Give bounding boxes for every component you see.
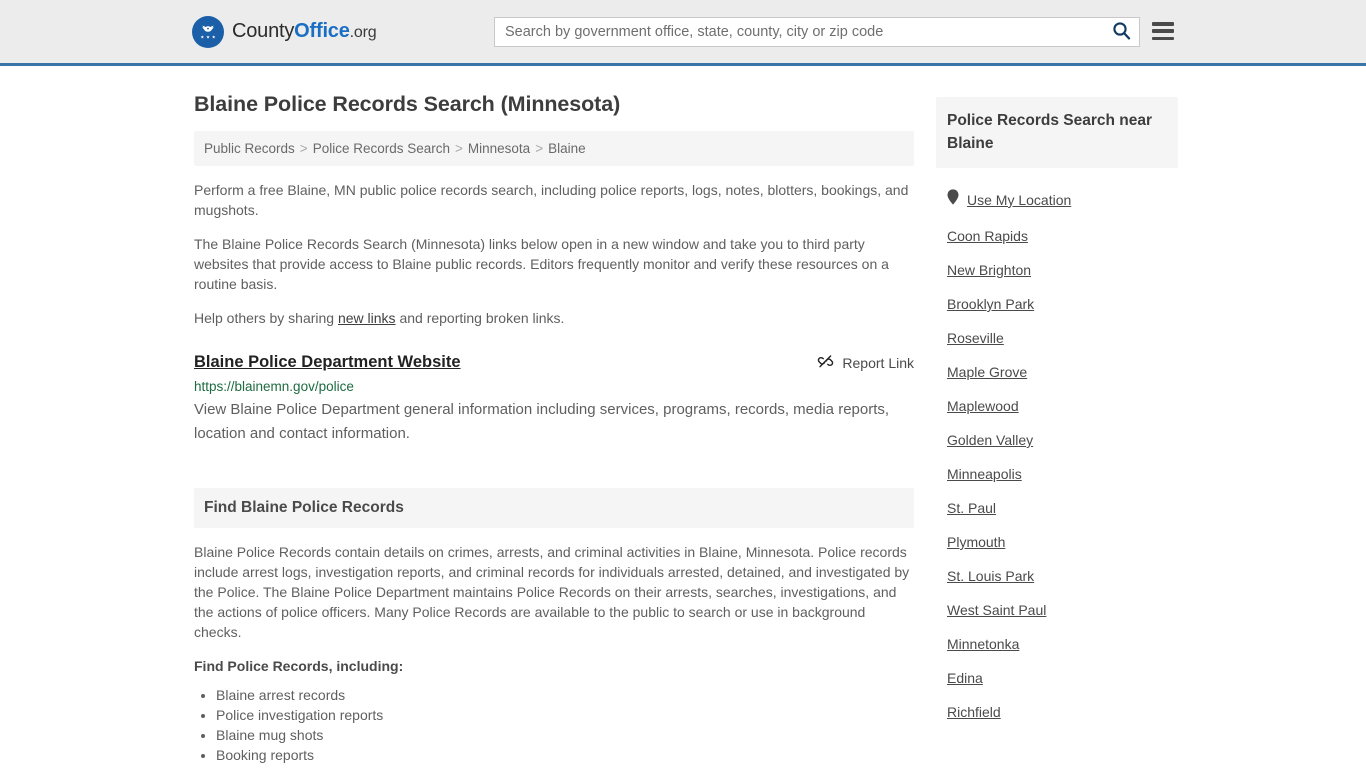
sidebar-item-plymouth[interactable]: Plymouth	[936, 525, 1178, 559]
breadcrumb-item-police-records-search[interactable]: Police Records Search	[313, 141, 450, 156]
intro-paragraph-3: Help others by sharing new links and rep…	[194, 308, 914, 328]
intro-section: Perform a free Blaine, MN public police …	[194, 180, 914, 328]
main-column: Blaine Police Records Search (Minnesota)…	[194, 66, 914, 768]
logo-text-county: County	[232, 20, 295, 42]
find-records-panel-header: Find Blaine Police Records	[194, 488, 914, 528]
breadcrumb-item-public-records[interactable]: Public Records	[204, 141, 295, 156]
sidebar-item-st-paul[interactable]: St. Paul	[936, 491, 1178, 525]
hamburger-menu-icon[interactable]	[1152, 20, 1174, 42]
search-icon	[1112, 21, 1131, 43]
site-header: CountyOffice.org	[0, 0, 1366, 66]
content-container: Blaine Police Records Search (Minnesota)…	[188, 66, 1178, 768]
sidebar-city-list: Use My Location Coon Rapids New Brighton…	[936, 168, 1178, 729]
city-link[interactable]: West Saint Paul	[947, 602, 1046, 618]
search-input[interactable]	[495, 24, 1103, 40]
breadcrumb-separator-1: >	[299, 141, 308, 156]
result-block: Blaine Police Department Website Report …	[194, 351, 914, 446]
list-item: Blaine mug shots	[216, 725, 914, 745]
result-title-link[interactable]: Blaine Police Department Website	[194, 351, 461, 373]
page-title: Blaine Police Records Search (Minnesota)	[194, 92, 621, 116]
sidebar-heading: Police Records Search near Blaine	[947, 112, 1153, 152]
sidebar-item-coon-rapids[interactable]: Coon Rapids	[936, 219, 1178, 253]
search-bar[interactable]	[494, 17, 1140, 47]
page-body: Blaine Police Records Search (Minnesota)…	[0, 66, 1366, 768]
sidebar-item-minneapolis[interactable]: Minneapolis	[936, 457, 1178, 491]
result-header-row: Blaine Police Department Website Report …	[194, 351, 914, 373]
sidebar-item-maplewood[interactable]: Maplewood	[936, 389, 1178, 423]
find-records-panel-body: Blaine Police Records contain details on…	[194, 528, 914, 768]
city-link[interactable]: St. Louis Park	[947, 568, 1034, 584]
breadcrumb-item-blaine[interactable]: Blaine	[548, 141, 586, 156]
list-item: Police investigation reports	[216, 705, 914, 725]
eagle-seal-icon	[192, 15, 224, 48]
map-pin-icon	[947, 189, 959, 210]
sidebar: Police Records Search near Blaine Use My…	[936, 66, 1178, 768]
hamburger-bar-1	[1152, 22, 1174, 26]
city-link[interactable]: New Brighton	[947, 262, 1031, 278]
city-link[interactable]: Edina	[947, 670, 983, 686]
intro-p3-after: and reporting broken links.	[395, 310, 565, 326]
use-my-location-link[interactable]: Use My Location	[967, 192, 1071, 208]
intro-paragraph-1: Perform a free Blaine, MN public police …	[194, 182, 909, 218]
city-link[interactable]: Maple Grove	[947, 364, 1027, 380]
city-link[interactable]: Plymouth	[947, 534, 1005, 550]
logo-text-office: Office	[294, 20, 350, 42]
find-records-panel: Find Blaine Police Records Blaine Police…	[194, 488, 914, 768]
hamburger-bar-2	[1152, 29, 1174, 33]
find-records-heading: Find Blaine Police Records	[204, 499, 404, 516]
result-description: View Blaine Police Department general in…	[194, 401, 890, 442]
logo-text-tld: .org	[349, 24, 377, 41]
find-records-list-lead: Find Police Records, including:	[194, 658, 404, 674]
sidebar-item-golden-valley[interactable]: Golden Valley	[936, 423, 1178, 457]
breadcrumb-separator-2: >	[455, 141, 463, 156]
hamburger-bar-3	[1152, 36, 1174, 40]
result-url[interactable]: https://blainemn.gov/police	[194, 378, 914, 395]
find-records-body-text: Blaine Police Records contain details on…	[194, 544, 910, 640]
report-link-button[interactable]: Report Link	[817, 353, 914, 373]
breadcrumb-separator-3: >	[535, 141, 544, 156]
sidebar-item-st-louis-park[interactable]: St. Louis Park	[936, 559, 1178, 593]
new-links-link[interactable]: new links	[338, 310, 396, 326]
site-logo[interactable]: CountyOffice.org	[192, 15, 377, 48]
city-link[interactable]: Golden Valley	[947, 432, 1033, 448]
report-link-label: Report Link	[842, 355, 914, 371]
city-link[interactable]: Maplewood	[947, 398, 1019, 414]
city-link[interactable]: Richfield	[947, 704, 1001, 720]
intro-p3-before: Help others by sharing	[194, 310, 338, 326]
list-item: Blaine arrest records	[216, 685, 914, 705]
sidebar-item-richfield[interactable]: Richfield	[936, 695, 1178, 729]
sidebar-item-new-brighton[interactable]: New Brighton	[936, 253, 1178, 287]
sidebar-item-minnetonka[interactable]: Minnetonka	[936, 627, 1178, 661]
sidebar-item-maple-grove[interactable]: Maple Grove	[936, 355, 1178, 389]
intro-paragraph-2: The Blaine Police Records Search (Minnes…	[194, 236, 889, 292]
sidebar-item-roseville[interactable]: Roseville	[936, 321, 1178, 355]
city-link[interactable]: St. Paul	[947, 500, 996, 516]
breadcrumb-item-minnesota[interactable]: Minnesota	[468, 141, 530, 156]
site-logo-text: CountyOffice.org	[232, 20, 377, 43]
broken-link-icon	[817, 353, 834, 373]
record-types-list: Blaine arrest records Police investigati…	[194, 685, 914, 768]
city-link[interactable]: Minnetonka	[947, 636, 1019, 652]
search-button[interactable]	[1103, 18, 1139, 46]
city-link[interactable]: Brooklyn Park	[947, 296, 1034, 312]
city-link[interactable]: Coon Rapids	[947, 228, 1028, 244]
city-link[interactable]: Minneapolis	[947, 466, 1022, 482]
breadcrumb: Public Records > Police Records Search > Min…	[194, 131, 914, 166]
sidebar-item-west-saint-paul[interactable]: West Saint Paul	[936, 593, 1178, 627]
city-link[interactable]: Roseville	[947, 330, 1004, 346]
list-item: Booking reports	[216, 745, 914, 765]
sidebar-item-brooklyn-park[interactable]: Brooklyn Park	[936, 287, 1178, 321]
sidebar-item-use-my-location[interactable]: Use My Location	[936, 180, 1178, 219]
sidebar-item-edina[interactable]: Edina	[936, 661, 1178, 695]
sidebar-header: Police Records Search near Blaine	[936, 97, 1178, 168]
